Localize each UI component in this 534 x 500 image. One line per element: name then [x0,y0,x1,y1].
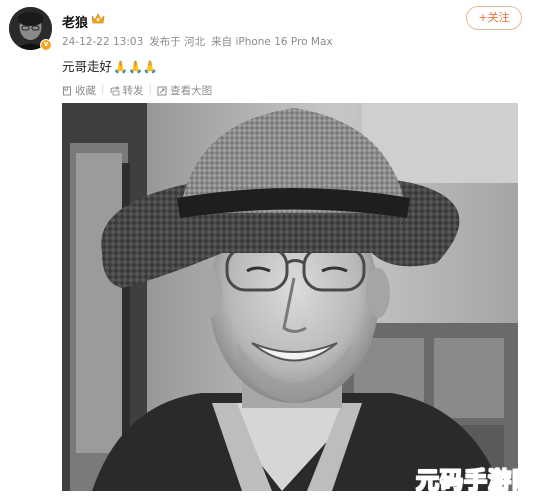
post-image[interactable] [62,103,518,491]
post-body: 元哥走好 [62,59,113,74]
repost-action[interactable]: 转发 [110,83,144,98]
favorite-label: 收藏 [75,85,96,97]
view-large-icon [157,86,167,95]
post-text: 元哥走好🙏🙏🙏 [62,56,158,75]
watermark: 元码手游网 [416,468,534,495]
view-large-action[interactable]: 查看大图 [157,83,212,98]
repost-label: 转发 [122,85,144,97]
view-large-label: 查看大图 [170,85,213,97]
post-location: 发布于 河北 [149,36,206,48]
username[interactable]: 老狼 [62,12,88,31]
favorite-action[interactable]: 收藏 [62,83,96,98]
post-timestamp: 24-12-22 13:03 [62,36,144,48]
verified-badge-icon: v [40,39,52,51]
action-bar: 收藏 | 转发 | 查看大图 [62,83,212,98]
repost-icon [110,85,119,95]
crown-icon [91,13,105,24]
post-meta: 24-12-22 13:03 发布于 河北 来自 iPhone 16 Pro Max [62,34,333,49]
pray-emoji: 🙏🙏🙏 [113,60,158,74]
post-device[interactable]: 来自 iPhone 16 Pro Max [211,36,333,48]
portrait-photo [62,103,518,491]
follow-button[interactable]: +关注 [466,6,522,30]
divider: | [101,83,105,95]
divider: | [148,83,153,95]
favorite-icon [63,86,71,95]
